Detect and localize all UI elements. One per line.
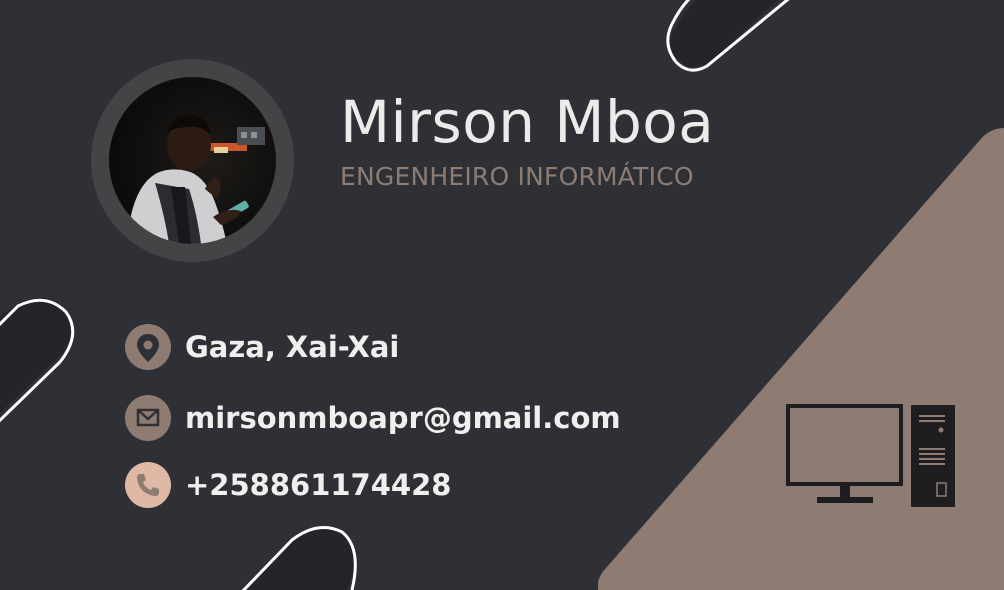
person-name: Mirson Mboa: [340, 88, 715, 156]
contact-phone[interactable]: +258861174428: [125, 462, 451, 508]
decorative-pill-bottom: [241, 526, 357, 590]
computer-icon: [786, 404, 955, 507]
phone-icon: [125, 462, 171, 508]
business-card: Mirson Mboa ENGENHEIRO INFORMÁTICO Gaza,…: [0, 0, 1004, 590]
phone-link[interactable]: +258861174428: [185, 468, 451, 502]
avatar: [109, 77, 276, 244]
decorative-pill-top: [666, 0, 790, 72]
contact-location: Gaza, Xai-Xai: [125, 324, 399, 370]
person-title: ENGENHEIRO INFORMÁTICO: [340, 162, 694, 191]
accent-triangle: [598, 128, 1004, 590]
decorative-pill-left: [0, 297, 75, 423]
email-link[interactable]: mirsonmboapr@gmail.com: [185, 401, 621, 435]
envelope-icon: [125, 395, 171, 441]
location-pin-icon: [125, 324, 171, 370]
location-text: Gaza, Xai-Xai: [185, 330, 400, 364]
contact-email[interactable]: mirsonmboapr@gmail.com: [125, 395, 621, 441]
